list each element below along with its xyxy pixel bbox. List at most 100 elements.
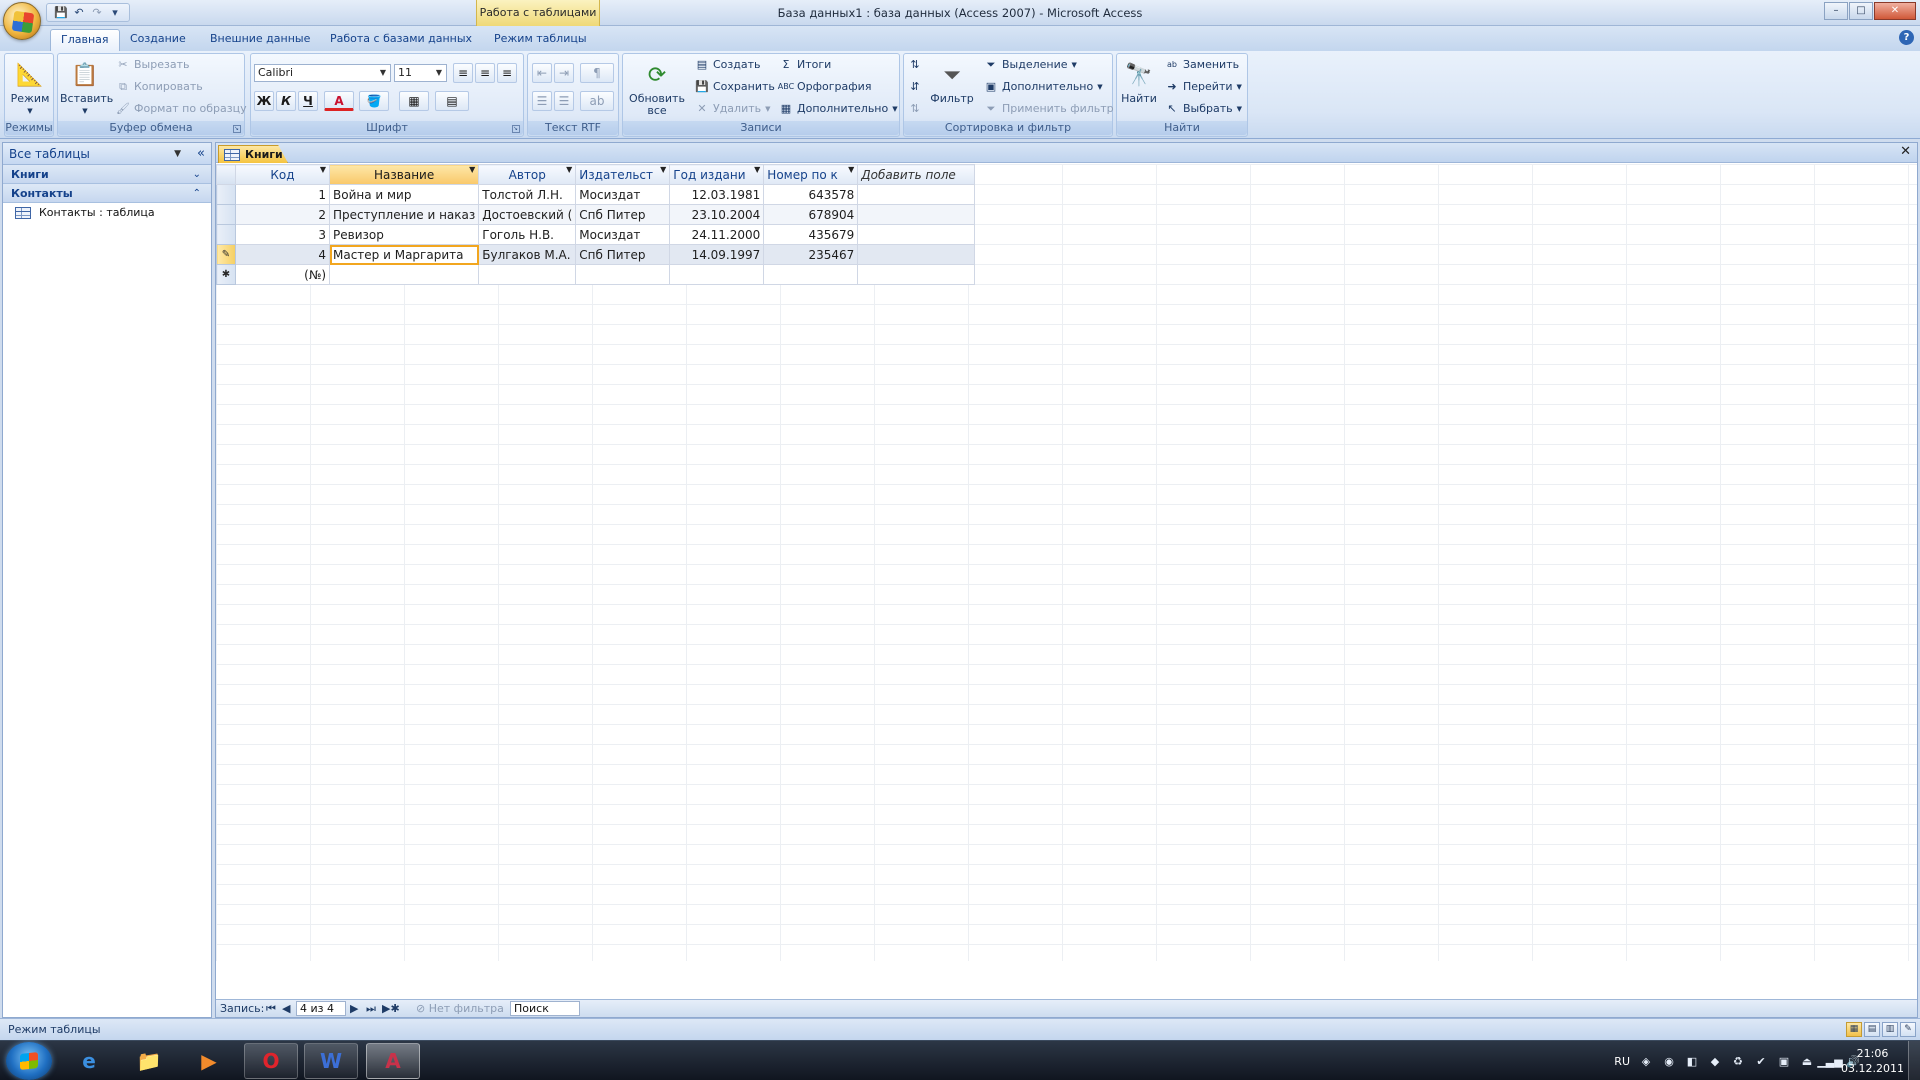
advanced-filter-button[interactable]: ▣ Дополнительно ▼ — [984, 78, 1103, 96]
italic-button[interactable]: К — [276, 91, 296, 111]
nav-item-contacts-table[interactable]: Контакты : таблица — [3, 203, 211, 223]
table-cell[interactable] — [857, 204, 976, 225]
table-cell[interactable]: 678904 — [763, 204, 859, 225]
table-cell[interactable]: 23.10.2004 — [669, 204, 765, 225]
table-cell[interactable]: Мастер и Маргарита — [328, 244, 480, 265]
delete-record-button[interactable]: ✕ Удалить ▼ — [695, 100, 770, 118]
table-cell[interactable]: 2 — [235, 204, 330, 225]
new-record-row[interactable]: ✱ (№) — [216, 264, 976, 285]
column-header[interactable]: Издательст ▼ — [575, 164, 671, 185]
chevron-down-icon[interactable]: ▼ — [174, 143, 181, 165]
minimize-button[interactable]: – — [1824, 2, 1848, 20]
column-header[interactable]: Номер по к ▼ — [763, 164, 859, 185]
table-cell[interactable] — [857, 244, 976, 265]
gridlines-button[interactable]: ▦ — [399, 91, 429, 111]
highlight-button[interactable]: ab — [580, 91, 614, 111]
table-cell[interactable]: Преступление и наказ — [328, 204, 480, 225]
taskbar-explorer-icon[interactable]: 📁 — [122, 1043, 176, 1079]
column-header[interactable]: Название ▼ — [328, 164, 480, 185]
dialog-launcher-icon[interactable]: ↘ — [512, 125, 520, 133]
usb-icon[interactable]: ⏏ — [1800, 1054, 1814, 1068]
collapse-pane-icon[interactable]: « — [197, 143, 205, 165]
table-cell[interactable]: Война и мир — [328, 184, 480, 205]
paragraph-direction-button[interactable]: ¶ — [580, 63, 614, 83]
toggle-filter-button[interactable]: ⏷ Применить фильтр — [984, 100, 1114, 118]
format-painter-button[interactable]: 🖌 Формат по образцу — [116, 100, 247, 118]
font-color-button[interactable]: A — [324, 91, 354, 111]
table-cell[interactable]: 24.11.2000 — [669, 224, 765, 245]
table-cell[interactable]: Спб Питер — [575, 244, 671, 265]
tray-app-icon[interactable]: ◈ — [1639, 1054, 1653, 1068]
network-icon[interactable]: ▁▃▅ — [1817, 1054, 1842, 1068]
align-center-button[interactable]: ≡ — [475, 63, 495, 83]
chevron-down-icon[interactable]: ▼ — [320, 166, 326, 175]
table-cell[interactable]: Мосиздат — [575, 184, 671, 205]
find-button[interactable]: 🔭 Найти — [1119, 57, 1159, 121]
pivot-chart-view-button[interactable]: ▥ — [1882, 1022, 1898, 1037]
search-input[interactable]: Поиск — [510, 1001, 580, 1016]
goto-button[interactable]: ➜ Перейти ▼ — [1165, 78, 1242, 96]
table-row[interactable]: ✎ 4 Мастер и Маргарита Булгаков М.А. Спб… — [216, 244, 976, 265]
chevron-down-icon[interactable]: ▼ — [566, 166, 572, 175]
font-name-select[interactable]: Calibri ▼ — [254, 64, 391, 82]
save-record-button[interactable]: 💾 Сохранить — [695, 78, 775, 96]
table-row[interactable]: 3 Ревизор Гоголь Н.В. Мосиздат 24.11.200… — [216, 224, 976, 245]
chevron-down-icon[interactable]: ▼ — [469, 166, 475, 175]
align-right-button[interactable]: ≡ — [497, 63, 517, 83]
tab-create[interactable]: Создание — [120, 29, 196, 51]
chevron-down-icon[interactable]: ▼ — [848, 166, 854, 175]
add-field-header[interactable]: Добавить поле — [857, 164, 976, 185]
fill-color-button[interactable]: 🪣 — [359, 91, 389, 111]
next-record-icon[interactable]: ▶ — [350, 1000, 358, 1017]
table-cell[interactable] — [478, 264, 577, 285]
column-header[interactable]: Автор ▼ — [478, 164, 577, 185]
pivot-table-view-button[interactable]: ▤ — [1864, 1022, 1880, 1037]
row-selector[interactable]: ✱ — [216, 264, 236, 285]
tab-external-data[interactable]: Внешние данные — [200, 29, 320, 51]
clear-sort-button[interactable]: ⇅ — [908, 100, 922, 118]
clock[interactable]: 21:06 03.12.2011 — [1841, 1046, 1904, 1076]
table-cell[interactable]: Гоголь Н.В. — [478, 224, 577, 245]
save-icon[interactable]: 💾 — [53, 5, 69, 20]
tray-app-icon[interactable]: ◧ — [1685, 1054, 1699, 1068]
select-all-corner[interactable] — [216, 164, 236, 185]
close-document-icon[interactable]: ✕ — [1900, 144, 1911, 159]
totals-button[interactable]: Σ Итоги — [779, 56, 832, 74]
nav-group-contacts[interactable]: Контакты ⌃ — [3, 184, 211, 203]
start-button[interactable] — [6, 1042, 52, 1080]
table-cell[interactable] — [857, 264, 976, 285]
decrease-indent-button[interactable]: ⇤ — [532, 63, 552, 83]
table-cell[interactable]: (№) — [235, 264, 330, 285]
tray-app-icon[interactable]: ▣ — [1777, 1054, 1791, 1068]
more-records-button[interactable]: ▦ Дополнительно ▼ — [779, 100, 898, 118]
row-selector[interactable] — [216, 224, 236, 245]
table-cell[interactable] — [669, 264, 765, 285]
table-cell[interactable]: 3 — [235, 224, 330, 245]
refresh-all-button[interactable]: ⟳ Обновить все — [627, 57, 687, 121]
dialog-launcher-icon[interactable]: ↘ — [233, 125, 241, 133]
sort-ascending-button[interactable]: ⇅ — [908, 56, 922, 74]
previous-record-icon[interactable]: ◀ — [282, 1000, 290, 1017]
tray-app-icon[interactable]: ◆ — [1708, 1054, 1722, 1068]
table-row[interactable]: 2 Преступление и наказ Достоевский ( Спб… — [216, 204, 976, 225]
taskbar-word-icon[interactable]: W — [304, 1043, 358, 1079]
column-header[interactable]: Год издани ▼ — [669, 164, 765, 185]
bold-button[interactable]: Ж — [254, 91, 274, 111]
table-cell[interactable] — [328, 264, 480, 285]
tray-app-icon[interactable]: ✔ — [1754, 1054, 1768, 1068]
numbering-button[interactable]: ☰ — [532, 91, 552, 111]
row-selector[interactable]: ✎ — [216, 244, 236, 265]
table-cell[interactable]: 14.09.1997 — [669, 244, 765, 265]
table-cell[interactable]: 435679 — [763, 224, 859, 245]
chevron-down-icon[interactable]: ▼ — [660, 166, 666, 175]
customize-qat-icon[interactable]: ▾ — [107, 5, 123, 20]
tab-home[interactable]: Главная — [50, 29, 120, 51]
increase-indent-button[interactable]: ⇥ — [554, 63, 574, 83]
align-left-button[interactable]: ≡ — [453, 63, 473, 83]
filter-button[interactable]: ⏷ Фильтр — [930, 57, 974, 121]
taskbar-opera-icon[interactable]: O — [244, 1043, 298, 1079]
font-size-select[interactable]: 11 ▼ — [394, 64, 447, 82]
show-desktop-button[interactable] — [1908, 1041, 1920, 1080]
tray-app-icon[interactable]: ◉ — [1662, 1054, 1676, 1068]
underline-button[interactable]: Ч — [298, 91, 318, 111]
